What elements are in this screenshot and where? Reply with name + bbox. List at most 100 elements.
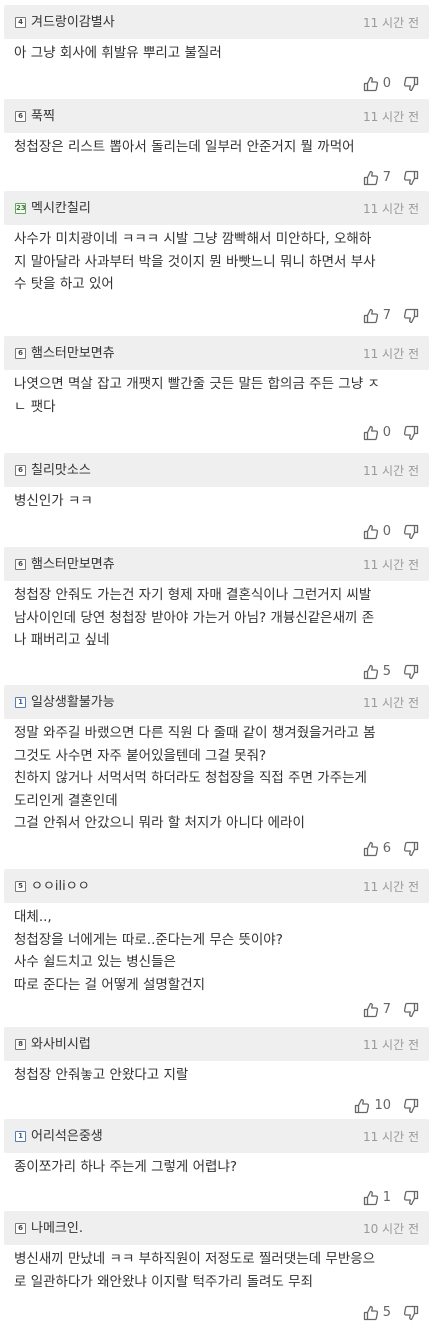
level-badge-icon: 1 bbox=[15, 697, 26, 708]
thumbs-up-icon[interactable] bbox=[363, 841, 379, 857]
vote-bar: 10 bbox=[354, 1097, 419, 1115]
thumbs-up-icon[interactable] bbox=[363, 524, 379, 540]
comment-line: 병신새끼 만났네 ㅋㅋ 부하직원이 저정도로 찔러댓는데 무반응으 bbox=[14, 1251, 376, 1267]
vote-bar: 6 bbox=[363, 840, 419, 858]
comment-text: 청첩장은 리스트 뽑아서 돌리는데 일부러 안준거지 뭘 까먹어 bbox=[14, 136, 423, 159]
comment-text: 청첩장 안줘도 가는건 자기 형제 자매 결혼식이나 그런거지 씨발 남사이인데 … bbox=[14, 584, 423, 652]
comment-line: ㄴ 팻다 bbox=[14, 398, 56, 415]
comment-header: 6 햄스터만보면츄 11 시간 전 bbox=[4, 547, 429, 581]
thumbs-up-icon[interactable] bbox=[354, 1098, 370, 1114]
comment-author[interactable]: 푹찍 bbox=[31, 108, 55, 125]
comment-time: 10 시간 전 bbox=[362, 1222, 419, 1236]
like-count: 0 bbox=[382, 76, 391, 91]
thumbs-up-icon[interactable] bbox=[363, 1002, 379, 1018]
comment-time: 11 시간 전 bbox=[362, 1130, 419, 1144]
thumbs-down-icon[interactable] bbox=[403, 1098, 419, 1114]
comment-header: 4 겨드랑이감별사 11 시간 전 bbox=[4, 5, 429, 39]
comment-item: 6 푹찍 11 시간 전 청첩장은 리스트 뽑아서 돌리는데 일부러 안준거지 … bbox=[0, 94, 433, 186]
comment-item: 6 칠리맛소스 11 시간 전 병신인가 ㅋㅋ 0 bbox=[0, 448, 433, 542]
comment-header: 23 멕시칸칠리 11 시간 전 bbox=[4, 191, 429, 225]
thumbs-down-icon[interactable] bbox=[403, 170, 419, 186]
comment-item: 8 와사비시럽 11 시간 전 청첩장 안줘놓고 안왔다고 지랄 10 bbox=[0, 1022, 433, 1114]
comment-item: 1 일상생활불가능 11 시간 전 정말 와주길 바랬으면 다른 직원 다 줄때… bbox=[0, 680, 433, 864]
comment-text: 병신인가 ㅋㅋ bbox=[14, 490, 423, 513]
comment-time: 11 시간 전 bbox=[362, 880, 419, 894]
comment-author[interactable]: 어리석은중생 bbox=[31, 1128, 103, 1145]
comment-time: 11 시간 전 bbox=[362, 202, 419, 216]
comment-line: 사수가 미치광이네 ㅋㅋㅋ 시발 그냥 깜빡해서 미안하다, 오해하 bbox=[14, 231, 372, 247]
thumbs-down-icon[interactable] bbox=[403, 1190, 419, 1206]
comment-line: 도리인게 결혼인데 bbox=[14, 792, 118, 809]
comment-line: 친하지 않거나 서먹서먹 하더라도 청첩장을 직접 주면 가주는게 bbox=[14, 770, 367, 786]
thumbs-up-icon[interactable] bbox=[363, 664, 379, 680]
thumbs-up-icon[interactable] bbox=[363, 1190, 379, 1206]
thumbs-up-icon[interactable] bbox=[363, 1305, 379, 1321]
comment-line: 정말 와주길 바랬으면 다른 직원 다 줄때 같이 챙겨줬을거라고 봄 bbox=[14, 725, 376, 741]
comment-line: 사수 쉴드치고 있는 병신들은 bbox=[14, 954, 176, 970]
thumbs-down-icon[interactable] bbox=[403, 841, 419, 857]
vote-bar: 7 bbox=[363, 307, 419, 325]
thumbs-down-icon[interactable] bbox=[403, 425, 419, 441]
comment-line: 병신인가 ㅋㅋ bbox=[14, 493, 93, 509]
like-count: 0 bbox=[382, 425, 391, 440]
comment-author[interactable]: 일상생활불가능 bbox=[31, 694, 115, 711]
level-badge-icon: 6 bbox=[15, 465, 26, 476]
thumbs-down-icon[interactable] bbox=[403, 1002, 419, 1018]
thumbs-down-icon[interactable] bbox=[403, 76, 419, 92]
vote-bar: 5 bbox=[363, 1304, 419, 1322]
comment-time: 11 시간 전 bbox=[362, 464, 419, 478]
comment-author[interactable]: 와사비시럽 bbox=[31, 1036, 91, 1053]
comment-author[interactable]: 칠리맛소스 bbox=[31, 462, 91, 479]
comment-author[interactable]: ㅇㅇiliㅇㅇ bbox=[31, 878, 90, 895]
comment-author[interactable]: 햄스터만보면츄 bbox=[31, 345, 115, 362]
comment-line: 따로 준다는 걸 어떻게 설명할건지 bbox=[14, 976, 206, 993]
comment-line: 대체.., bbox=[14, 909, 52, 925]
level-badge-icon: 6 bbox=[15, 559, 26, 570]
comment-text: 병신새끼 만났네 ㅋㅋ 부하직원이 저정도로 찔러댓는데 무반응으 로 일관하다가… bbox=[14, 1248, 423, 1293]
like-count: 5 bbox=[382, 664, 391, 679]
level-badge-icon: 4 bbox=[15, 17, 26, 28]
vote-bar: 7 bbox=[363, 169, 419, 187]
vote-bar: 0 bbox=[363, 523, 419, 541]
comment-time: 11 시간 전 bbox=[362, 696, 419, 710]
comment-text: 나엿으면 멱살 잡고 개팻지 빨간줄 긋든 말든 합의금 주든 그냥 ㅈㄴ 팻다 bbox=[14, 373, 423, 418]
like-count: 7 bbox=[382, 170, 391, 185]
comment-line: 수 탓을 하고 있어 bbox=[14, 276, 114, 292]
thumbs-down-icon[interactable] bbox=[403, 664, 419, 680]
comment-time: 11 시간 전 bbox=[362, 110, 419, 124]
comment-line: 나 패버리고 싶네 bbox=[14, 632, 110, 648]
comment-author[interactable]: 멕시칸칠리 bbox=[31, 200, 91, 217]
thumbs-down-icon[interactable] bbox=[403, 1305, 419, 1321]
level-badge-icon: 6 bbox=[15, 348, 26, 359]
level-badge-icon: 1 bbox=[15, 1131, 26, 1142]
comment-header: 1 일상생활불가능 11 시간 전 bbox=[4, 685, 429, 719]
comment-header: 1 어리석은중생 11 시간 전 bbox=[4, 1119, 429, 1153]
like-count: 7 bbox=[382, 1002, 391, 1017]
thumbs-down-icon[interactable] bbox=[403, 308, 419, 324]
comment-line: 청첩장을 너에게는 따로..준다는게 무슨 뜻이야? bbox=[14, 931, 283, 948]
thumbs-down-icon[interactable] bbox=[403, 524, 419, 540]
vote-bar: 1 bbox=[363, 1189, 419, 1207]
thumbs-up-icon[interactable] bbox=[363, 76, 379, 92]
comment-line: 그걸 안줘서 안갔으니 뭐라 할 처지가 아니다 에라이 bbox=[14, 815, 305, 831]
thumbs-up-icon[interactable] bbox=[363, 308, 379, 324]
comment-line: 그것도 사수면 자주 붙어있을텐데 그걸 못줘? bbox=[14, 747, 267, 764]
comment-header: 8 와사비시럽 11 시간 전 bbox=[4, 1027, 429, 1061]
comment-time: 11 시간 전 bbox=[362, 1038, 419, 1052]
like-count: 1 bbox=[382, 1190, 391, 1205]
level-badge-icon: 6 bbox=[15, 1223, 26, 1234]
comment-line: 종이쪼가리 하나 주는게 그렇게 어렵냐? bbox=[14, 1159, 238, 1175]
comment-line: 청첩장 안줘도 가는건 자기 형제 자매 결혼식이나 그런거지 씨발 bbox=[14, 587, 372, 603]
thumbs-up-icon[interactable] bbox=[363, 170, 379, 186]
comment-author[interactable]: 겨드랑이감별사 bbox=[31, 14, 115, 31]
comment-line: 지 말아달라 사과부터 박을 것이지 뭔 바빳느니 뭐니 하면서 부사 bbox=[14, 253, 376, 270]
like-count: 0 bbox=[382, 524, 391, 539]
thumbs-up-icon[interactable] bbox=[363, 425, 379, 441]
comment-header: 6 푹찍 11 시간 전 bbox=[4, 99, 429, 133]
comment-author[interactable]: 햄스터만보면츄 bbox=[31, 556, 115, 573]
like-count: 7 bbox=[382, 308, 391, 323]
comment-line: 나엿으면 멱살 잡고 개팻지 빨간줄 긋든 말든 합의금 주든 그냥 ㅈ bbox=[14, 376, 380, 392]
vote-bar: 7 bbox=[363, 1001, 419, 1019]
comment-header: 5 ㅇㅇiliㅇㅇ 11 시간 전 bbox=[4, 869, 429, 903]
comment-author[interactable]: 나메크인. bbox=[31, 1220, 83, 1237]
